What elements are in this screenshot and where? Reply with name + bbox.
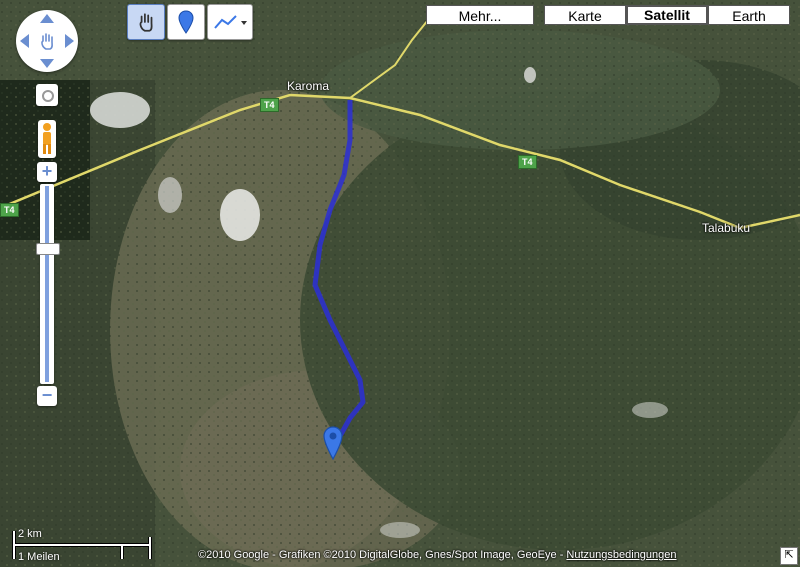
hand-icon [41, 33, 53, 50]
road-shield: T4 [518, 155, 537, 169]
placemark-icon [178, 10, 194, 34]
pan-control[interactable] [16, 10, 78, 72]
terms-link[interactable]: Nutzungsbedingungen [566, 549, 676, 561]
zoom-in-button[interactable]: + [37, 162, 57, 182]
road-shield: T4 [260, 98, 279, 112]
map-canvas[interactable]: + − Mehr... Karte Satellit Earth Karoma … [0, 0, 800, 567]
pan-down-icon[interactable] [40, 59, 54, 68]
scale-bar: 2 km 1 Meilen [12, 527, 152, 563]
more-button[interactable]: Mehr... [426, 5, 534, 25]
overview-map-toggle-icon[interactable]: ⇱ [780, 547, 798, 565]
zoom-reset-button[interactable] [36, 84, 58, 106]
zoom-slider-thumb[interactable] [36, 243, 60, 255]
street-view-pegman-icon[interactable] [38, 120, 56, 158]
copyright-text: ©2010 Google - Grafiken ©2010 DigitalGlo… [198, 549, 564, 561]
pan-left-icon[interactable] [20, 34, 29, 48]
zoom-slider[interactable] [40, 184, 54, 384]
copyright-notice: ©2010 Google - Grafiken ©2010 DigitalGlo… [198, 549, 677, 561]
scale-imperial-label: 1 Meilen [18, 551, 60, 563]
place-label-karoma: Karoma [287, 79, 330, 93]
zoom-out-button[interactable]: − [37, 386, 57, 406]
map-type-satellite-button[interactable]: Satellit [626, 5, 708, 25]
map-type-map-button[interactable]: Karte [544, 5, 626, 25]
map-tools [127, 4, 253, 40]
pan-up-icon[interactable] [40, 14, 54, 23]
place-label-talabuku: Talabuku [702, 221, 751, 235]
placemark-tool-button[interactable] [167, 4, 205, 40]
location-marker-icon[interactable] [323, 426, 343, 460]
pan-right-icon[interactable] [65, 34, 74, 48]
hand-icon [139, 13, 153, 32]
satellite-imagery [0, 0, 800, 567]
scale-metric-label: 2 km [18, 528, 42, 540]
hand-tool-button[interactable] [127, 4, 165, 40]
line-tool-button[interactable] [207, 4, 253, 40]
line-tool-icon [214, 15, 247, 29]
map-type-earth-button[interactable]: Earth [708, 5, 790, 25]
road-shield: T4 [0, 203, 19, 217]
